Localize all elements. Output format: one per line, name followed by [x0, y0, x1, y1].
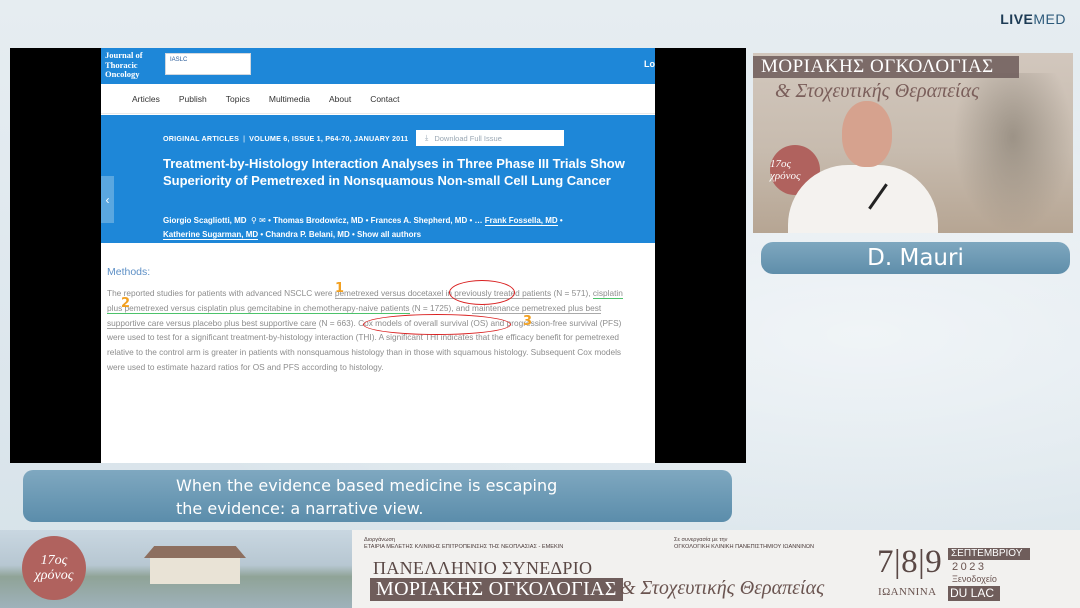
- journal-webpage: Journal of Thoracic Oncology IASLC Lo Ar…: [101, 48, 655, 463]
- presentation-slide: Journal of Thoracic Oncology IASLC Lo Ar…: [10, 48, 746, 463]
- venue-hotel: DU LAC: [948, 586, 1000, 601]
- nav-contact[interactable]: Contact: [370, 94, 399, 104]
- article-hero: ORIGINAL ARTICLES | VOLUME 6, ISSUE 1, P64…: [101, 115, 655, 243]
- nav-topics[interactable]: Topics: [226, 94, 250, 104]
- bullet-icon: •: [365, 216, 369, 225]
- conference-title-block: Διοργάνωση ΕΤΑΙΡΙΑ ΜΕΛΕΤΗΣ ΚΛΙΝΙΚΗΣ ΕΠΙΤ…: [352, 530, 872, 608]
- bullet-icon: •: [268, 216, 271, 225]
- annotation-number-2: 2: [121, 296, 131, 311]
- speaker-head: [842, 101, 892, 167]
- conference-year: 2023: [952, 561, 987, 573]
- conference-days: 7|8|9: [877, 544, 943, 580]
- author-link[interactable]: Frank Fossella, MD: [484, 216, 558, 226]
- conference-title-line-2: ΜΟΡΙΑΚΗΣ ΟΓΚΟΛΟΓΙΑΣ: [370, 578, 623, 601]
- person-icon: ⚲: [248, 216, 257, 225]
- conference-city: ΙΩΑΝΝΙΝΑ: [878, 586, 937, 598]
- bullet-icon: •: [559, 216, 563, 225]
- journal-header: Journal of Thoracic Oncology IASLC Lo: [101, 48, 655, 84]
- trial-1-highlight: pemetrexed versus docetaxel in previousl…: [334, 288, 552, 299]
- bullet-icon: •: [351, 230, 355, 239]
- bullet-icon: •: [469, 216, 473, 225]
- volume-link[interactable]: VOLUME 6, ISSUE 1, P64-70, JANUARY 2011: [249, 134, 408, 143]
- talk-title-caption: When the evidence based medicine is esca…: [23, 470, 732, 522]
- video-banner-subtitle: & Στοχευτικής Θεραπείας: [775, 80, 980, 102]
- abstract-text: The reported studies for patients with a…: [107, 288, 623, 372]
- conference-date-block: 7|8|9 ΣΕΠΤΕΜΒΡΙΟΥ 2023 Ξενοδοχείο ΙΩΑΝΝΙ…: [874, 530, 1080, 608]
- author-list: Giorgio Scagliotti, MD ⚲ ✉ • Thomas Brod…: [163, 214, 653, 242]
- speaker-video: ΜΟΡΙΑΚΗΣ ΟΓΚΟΛΟΓΙΑΣ & Στοχευτικής Θεραπε…: [753, 53, 1073, 233]
- red-circle-annotation: [363, 314, 511, 335]
- bullet-icon: •: [260, 230, 264, 239]
- show-all-authors-link[interactable]: Show all authors: [357, 230, 421, 239]
- chevron-left-icon[interactable]: ‹: [101, 176, 114, 223]
- caption-line-2: the evidence: a narrative view.: [176, 499, 424, 518]
- download-icon: ⤓: [425, 133, 429, 142]
- article-title: Treatment-by-Histology Interaction Analy…: [163, 156, 625, 188]
- anniversary-seal-icon: 17ος χρόνος: [22, 536, 86, 600]
- methods-heading: Methods:: [107, 266, 151, 278]
- article-meta: ORIGINAL ARTICLES | VOLUME 6, ISSUE 1, P64…: [163, 134, 409, 143]
- caption-line-1: When the evidence based medicine is esca…: [176, 476, 558, 495]
- nav-publish[interactable]: Publish: [179, 94, 207, 104]
- ellipsis: …: [474, 216, 483, 225]
- conference-title-line-3: & Στοχευτικής Θεραπείας: [620, 577, 825, 599]
- mail-icon: ✉: [259, 216, 266, 225]
- conference-title-line-1: ΠΑΝΕΛΛΗΝΙΟ ΣΥΝΕΔΡΙΟ: [373, 558, 593, 578]
- author-link[interactable]: Thomas Brodowicz, MD: [273, 216, 363, 225]
- author-link[interactable]: Giorgio Scagliotti, MD: [163, 216, 247, 225]
- journal-nav: Articles Publish Topics Multimedia About…: [101, 84, 655, 114]
- video-banner-title: ΜΟΡΙΑΚΗΣ ΟΓΚΟΛΟΓΙΑΣ: [753, 56, 1019, 78]
- organizer-info: Διοργάνωση ΕΤΑΙΡΙΑ ΜΕΛΕΤΗΣ ΚΛΙΝΙΚΗΣ ΕΠΙΤ…: [364, 537, 564, 551]
- livemed-logo: LIVEMED: [1000, 11, 1066, 27]
- author-link[interactable]: Katherine Sugarman, MD: [163, 230, 259, 240]
- lakeside-building: [150, 558, 240, 584]
- iaslc-logo[interactable]: IASLC: [165, 53, 251, 75]
- annotation-number-3: 3: [523, 314, 533, 329]
- red-circle-annotation: [449, 280, 515, 305]
- speaker-name-plate: D. Mauri: [761, 242, 1070, 274]
- author-link[interactable]: Chandra P. Belani, MD: [265, 230, 349, 239]
- nav-multimedia[interactable]: Multimedia: [269, 94, 310, 104]
- download-issue-button[interactable]: ⤓ Download Full Issue: [416, 130, 564, 146]
- nav-about[interactable]: About: [329, 94, 351, 104]
- login-link[interactable]: Lo: [644, 59, 655, 69]
- conference-footer: 17ος χρόνος Διοργάνωση ΕΤΑΙΡΙΑ ΜΕΛΕΤΗΣ Κ…: [0, 530, 1080, 608]
- annotation-number-1: 1: [335, 281, 345, 296]
- author-link[interactable]: Frances A. Shepherd, MD: [371, 216, 468, 225]
- venue-label: Ξενοδοχείο: [952, 574, 997, 584]
- conference-month: ΣΕΠΤΕΜΒΡΙΟΥ: [948, 548, 1030, 560]
- partner-info: Σε συνεργασία με την ΟΓΚΟΛΟΓΙΚΗ ΚΛΙΝΙΚΗ …: [674, 537, 815, 551]
- lake-photo: 17ος χρόνος: [0, 530, 352, 608]
- section-link[interactable]: ORIGINAL ARTICLES: [163, 134, 239, 143]
- journal-logo[interactable]: Journal of Thoracic Oncology: [105, 50, 155, 80]
- nav-articles[interactable]: Articles: [132, 94, 160, 104]
